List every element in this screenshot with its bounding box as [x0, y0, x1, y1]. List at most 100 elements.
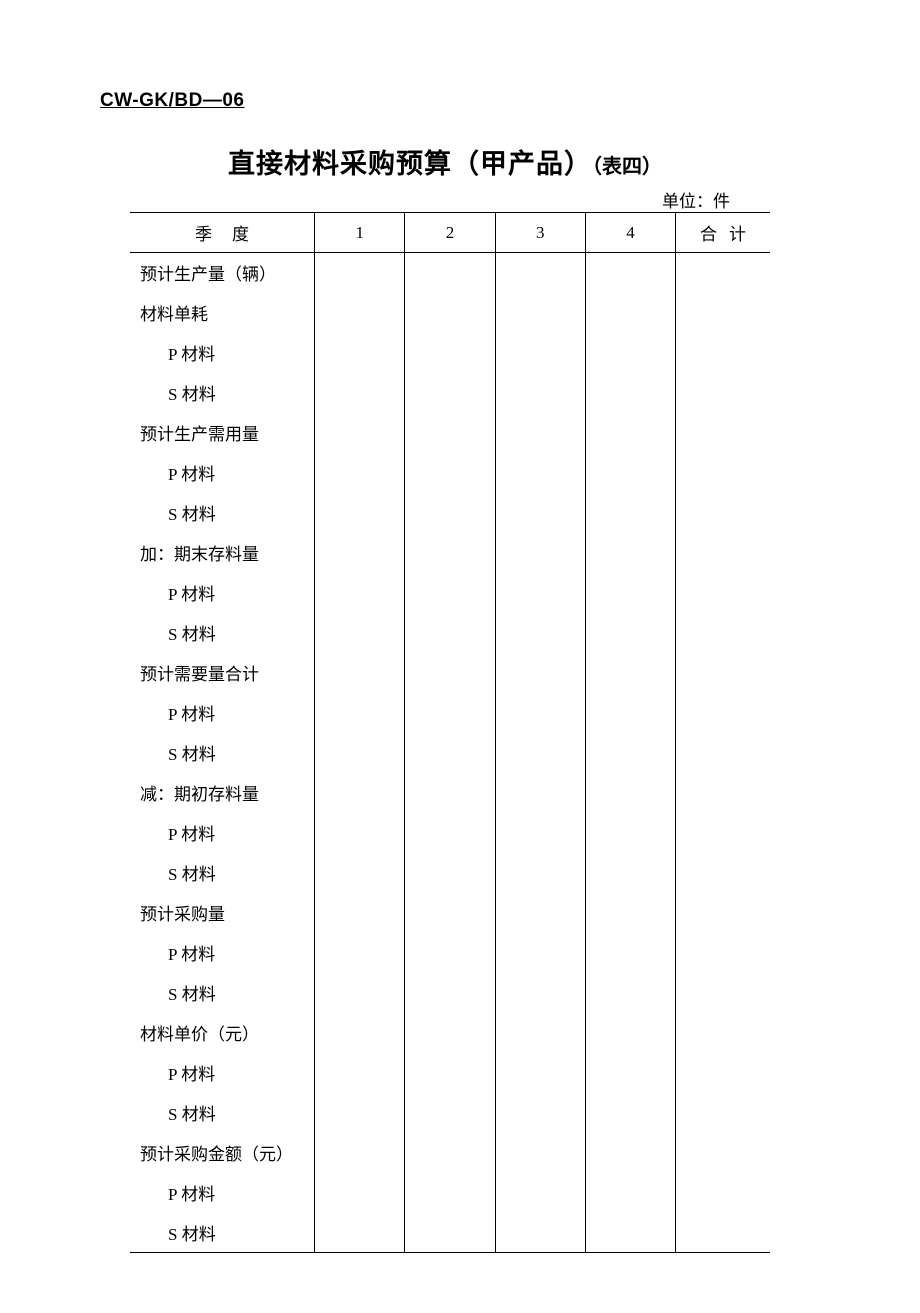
data-cell — [495, 373, 585, 413]
data-cell — [495, 1173, 585, 1213]
data-cell — [405, 453, 495, 493]
data-cell — [405, 1213, 495, 1253]
data-cell — [676, 493, 770, 533]
row-label: 预计采购量 — [130, 893, 315, 933]
data-cell — [315, 413, 405, 453]
table-row: 材料单耗 — [130, 293, 770, 333]
data-cell — [495, 693, 585, 733]
row-label: S 材料 — [130, 733, 315, 773]
data-cell — [495, 733, 585, 773]
data-cell — [585, 853, 675, 893]
data-cell — [405, 333, 495, 373]
table-row: 预计需要量合计 — [130, 653, 770, 693]
data-cell — [676, 613, 770, 653]
data-cell — [585, 1053, 675, 1093]
data-cell — [676, 373, 770, 413]
table-row: 材料单价（元） — [130, 1013, 770, 1053]
data-cell — [315, 253, 405, 293]
data-cell — [585, 1133, 675, 1173]
row-label: P 材料 — [130, 693, 315, 733]
row-label: P 材料 — [130, 933, 315, 973]
data-cell — [585, 373, 675, 413]
document-code: CW-GK/BD—06 — [100, 90, 790, 112]
data-cell — [585, 813, 675, 853]
table-row: P 材料 — [130, 333, 770, 373]
data-cell — [676, 853, 770, 893]
data-cell — [585, 1173, 675, 1213]
data-cell — [676, 813, 770, 853]
data-cell — [405, 293, 495, 333]
data-cell — [676, 1133, 770, 1173]
data-cell — [585, 1013, 675, 1053]
data-cell — [585, 573, 675, 613]
table-row: P 材料 — [130, 933, 770, 973]
data-cell — [405, 813, 495, 853]
row-label: 材料单价（元） — [130, 1013, 315, 1053]
data-cell — [405, 1173, 495, 1213]
data-cell — [495, 533, 585, 573]
data-cell — [495, 653, 585, 693]
data-cell — [315, 813, 405, 853]
row-label: 预计采购金额（元） — [130, 1133, 315, 1173]
row-label: S 材料 — [130, 373, 315, 413]
data-cell — [585, 653, 675, 693]
data-cell — [405, 413, 495, 453]
data-cell — [585, 453, 675, 493]
budget-table: 季度 1 2 3 4 合计 预计生产量（辆）材料单耗P 材料S 材料预计生产需用… — [130, 212, 770, 1253]
data-cell — [495, 1133, 585, 1173]
data-cell — [315, 733, 405, 773]
table-row: S 材料 — [130, 613, 770, 653]
data-cell — [585, 733, 675, 773]
data-cell — [585, 613, 675, 653]
row-label: P 材料 — [130, 453, 315, 493]
table-row: S 材料 — [130, 1213, 770, 1253]
data-cell — [315, 533, 405, 573]
data-cell — [405, 853, 495, 893]
data-cell — [676, 933, 770, 973]
data-cell — [585, 333, 675, 373]
table-row: S 材料 — [130, 373, 770, 413]
table-row: P 材料 — [130, 573, 770, 613]
main-title: 直接材料采购预算（甲产品） — [228, 149, 592, 179]
header-col4: 4 — [585, 213, 675, 253]
table-row: 预计采购量 — [130, 893, 770, 933]
data-cell — [585, 533, 675, 573]
row-label: P 材料 — [130, 333, 315, 373]
data-cell — [315, 1093, 405, 1133]
data-cell — [405, 1133, 495, 1173]
row-label: 预计生产量（辆） — [130, 253, 315, 293]
table-row: S 材料 — [130, 973, 770, 1013]
data-cell — [495, 493, 585, 533]
data-cell — [495, 1013, 585, 1053]
data-cell — [405, 1013, 495, 1053]
title-row: 直接材料采购预算（甲产品）（表四） — [100, 142, 790, 181]
data-cell — [315, 773, 405, 813]
table-header-row: 季度 1 2 3 4 合计 — [130, 213, 770, 253]
data-cell — [495, 453, 585, 493]
data-cell — [315, 1053, 405, 1093]
data-cell — [676, 533, 770, 573]
data-cell — [495, 413, 585, 453]
data-cell — [315, 693, 405, 733]
sub-title: （表四） — [592, 156, 662, 178]
table-row: S 材料 — [130, 853, 770, 893]
data-cell — [676, 253, 770, 293]
data-cell — [315, 853, 405, 893]
data-cell — [585, 773, 675, 813]
data-cell — [405, 1053, 495, 1093]
table-row: 加：期末存料量 — [130, 533, 770, 573]
table-row: 预计生产需用量 — [130, 413, 770, 453]
table-row: S 材料 — [130, 733, 770, 773]
data-cell — [405, 573, 495, 613]
data-cell — [585, 493, 675, 533]
table-row: 预计采购金额（元） — [130, 1133, 770, 1173]
data-cell — [495, 253, 585, 293]
data-cell — [676, 573, 770, 613]
data-cell — [676, 1213, 770, 1253]
row-label: S 材料 — [130, 493, 315, 533]
row-label: S 材料 — [130, 853, 315, 893]
data-cell — [405, 733, 495, 773]
data-cell — [585, 693, 675, 733]
table-row: 减：期初存料量 — [130, 773, 770, 813]
data-cell — [676, 1053, 770, 1093]
